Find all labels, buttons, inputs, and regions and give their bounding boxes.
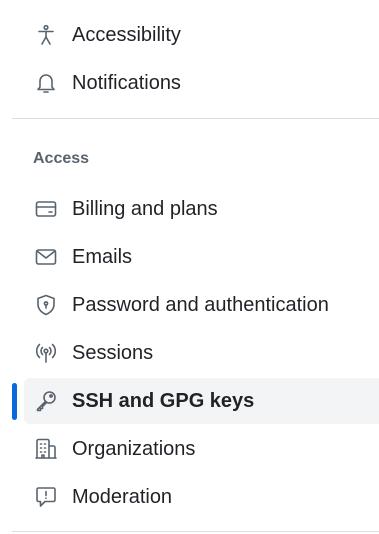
- mail-icon: [34, 245, 58, 269]
- sidebar-item-moderation[interactable]: Moderation: [24, 474, 379, 520]
- sidebar-item-organizations[interactable]: Organizations: [24, 426, 379, 472]
- section-divider: [12, 531, 379, 532]
- sidebar-item-accessibility[interactable]: Accessibility: [24, 12, 379, 58]
- sidebar-item-billing[interactable]: Billing and plans: [24, 186, 379, 232]
- sidebar-item-sessions[interactable]: Sessions: [24, 330, 379, 376]
- sidebar-item-label: Emails: [72, 246, 133, 268]
- sidebar-item-label: Notifications: [72, 72, 181, 94]
- sidebar-item-label: Password and authentication: [72, 294, 329, 316]
- sidebar-item-label: SSH and GPG keys: [72, 390, 255, 412]
- sidebar-item-notifications[interactable]: Notifications: [24, 60, 379, 106]
- sidebar-item-ssh-gpg-keys[interactable]: SSH and GPG keys: [24, 378, 379, 424]
- active-indicator: [12, 383, 17, 420]
- settings-sidebar: Accessibility Notifications Access Billi…: [0, 0, 379, 534]
- bell-icon: [34, 71, 58, 95]
- organization-icon: [34, 437, 58, 461]
- sidebar-item-emails[interactable]: Emails: [24, 234, 379, 280]
- broadcast-icon: [34, 341, 58, 365]
- sidebar-item-label: Sessions: [72, 342, 154, 364]
- sidebar-item-label: Accessibility: [72, 24, 181, 46]
- accessibility-icon: [34, 23, 58, 47]
- credit-card-icon: [34, 197, 58, 221]
- sidebar-item-label: Moderation: [72, 486, 173, 508]
- section-heading-access: Access: [33, 150, 90, 167]
- sidebar-item-label: Organizations: [72, 438, 196, 460]
- sidebar-item-label: Billing and plans: [72, 198, 218, 220]
- key-icon: [34, 389, 58, 413]
- report-icon: [34, 485, 58, 509]
- sidebar-item-password[interactable]: Password and authentication: [24, 282, 379, 328]
- shield-lock-icon: [34, 293, 58, 317]
- section-divider: [12, 118, 379, 119]
